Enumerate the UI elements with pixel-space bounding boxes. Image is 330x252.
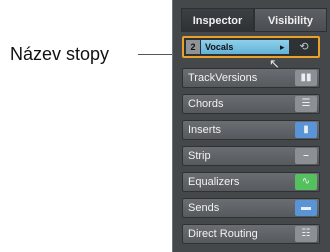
inserts-icon[interactable]: ▮ [295, 122, 317, 138]
section-strip[interactable]: Strip ⎯ [182, 146, 320, 166]
track-name-field[interactable]: 2 Vocals ▸ ⟲ [182, 36, 320, 58]
section-inserts[interactable]: Inserts ▮ [182, 120, 320, 140]
section-label: Equalizers [188, 176, 240, 188]
inspector-panel: Inspector Visibility 2 Vocals ▸ ⟲ ↖ Trac… [172, 0, 330, 252]
section-trackversions[interactable]: TrackVersions ▮▮ [182, 68, 320, 88]
tab-inspector[interactable]: Inspector [181, 8, 254, 32]
tab-bar: Inspector Visibility [181, 8, 327, 32]
section-chords[interactable]: Chords ☰ [182, 94, 320, 114]
track-number: 2 [186, 40, 200, 54]
chords-icon[interactable]: ☰ [295, 96, 317, 112]
strip-icon[interactable]: ⎯ [295, 148, 317, 164]
track-arrow-icon: ▸ [280, 42, 285, 52]
callout-line [138, 54, 172, 55]
routing-icon[interactable]: ☷ [295, 226, 317, 242]
tab-visibility[interactable]: Visibility [254, 8, 327, 32]
section-label: Chords [188, 98, 224, 110]
callout-label: Název stopy [10, 44, 110, 64]
section-direct-routing[interactable]: Direct Routing ☷ [182, 224, 320, 244]
section-sends[interactable]: Sends ▬ [182, 198, 320, 218]
section-label: Strip [188, 150, 211, 162]
versions-icon[interactable]: ▮▮ [295, 70, 317, 86]
edit-icon[interactable]: ⟲ [293, 40, 315, 54]
eq-icon[interactable]: ∿ [295, 174, 317, 190]
section-equalizers[interactable]: Equalizers ∿ [182, 172, 320, 192]
section-label: Inserts [188, 124, 222, 136]
section-label: Sends [188, 202, 220, 214]
sends-icon[interactable]: ▬ [295, 200, 317, 216]
section-label: Direct Routing [188, 228, 258, 240]
section-label: TrackVersions [188, 72, 258, 84]
track-name[interactable]: Vocals [201, 40, 289, 54]
